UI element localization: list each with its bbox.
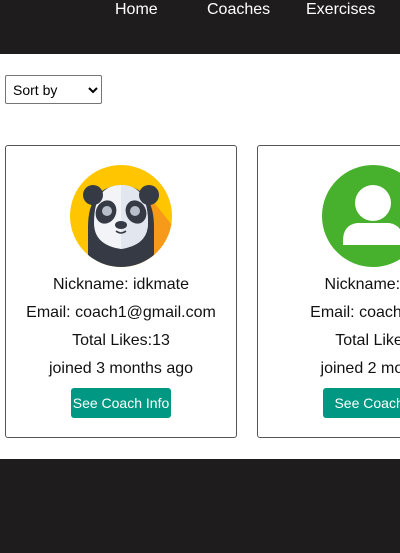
see-coach-info-button[interactable]: See Coach I [323,388,400,418]
coach-total-likes: Total Likes [335,332,400,349]
coach-list: Nickname: idkmate Email: coach1@gmail.co… [0,104,400,459]
coach-joined: joined 3 months ago [48,360,194,377]
coach-nickname: Nickname: co [324,276,400,293]
sort-select[interactable]: Sort by [5,75,102,104]
see-coach-info-button[interactable]: See Coach Info [71,388,171,418]
footer [0,459,400,553]
coach-joined: joined 2 month [320,360,400,377]
panda-avatar-icon [70,165,172,267]
nav-link-home[interactable]: Home [115,0,158,19]
coach-total-likes: Total Likes:13 [72,332,170,349]
coach-email: Email: coach1@gmail.com [26,304,216,321]
coach-card: Nickname: idkmate Email: coach1@gmail.co… [5,145,237,438]
nav-link-exercises[interactable]: Exercises [306,0,375,19]
sort-select-value: Sort by [13,81,58,98]
top-navbar: Home Coaches Exercises [0,0,400,54]
coach-nickname: Nickname: idkmate [52,276,190,293]
coach-card: Nickname: co Email: coach2@g Total Likes… [257,145,400,438]
chevron-down-icon [88,86,98,93]
default-user-avatar-icon [322,165,400,267]
coach-email: Email: coach2@g [310,304,400,321]
nav-link-coaches[interactable]: Coaches [207,0,270,19]
